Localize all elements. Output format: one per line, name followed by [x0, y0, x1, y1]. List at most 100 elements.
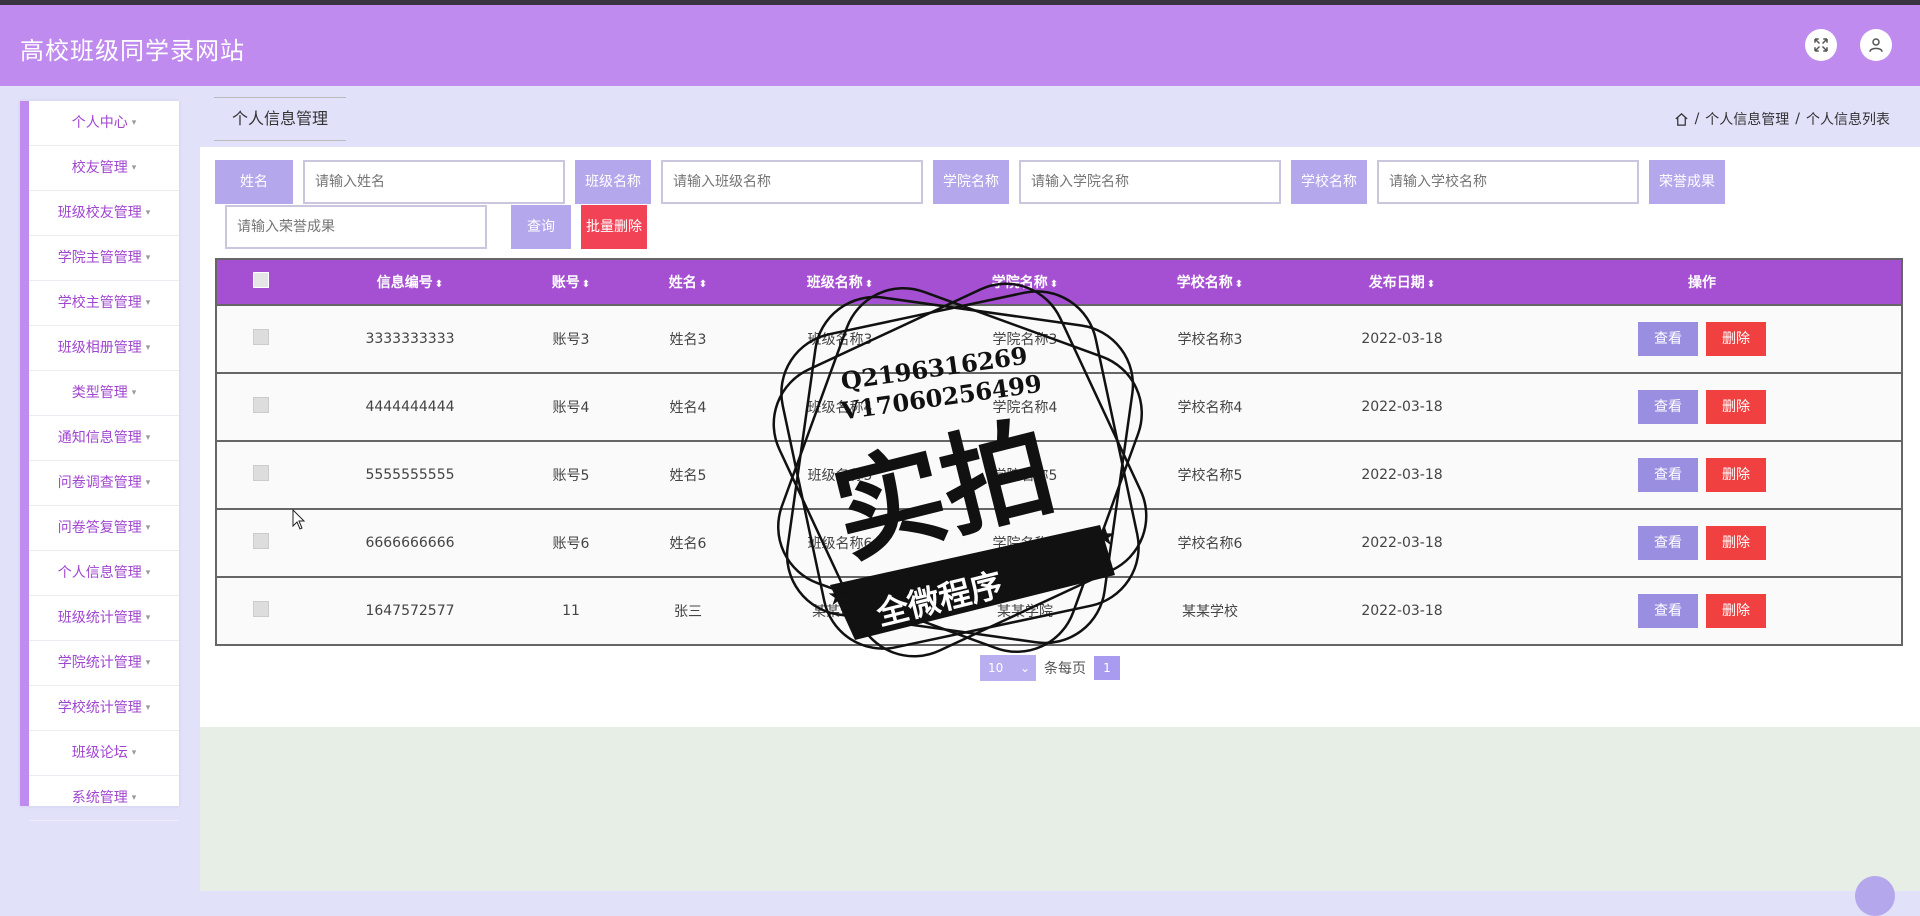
chevron-down-icon: ▾ [131, 118, 137, 128]
chevron-down-icon: ▾ [131, 748, 137, 758]
name-label: 姓名 [215, 160, 293, 204]
row-select-cell [216, 576, 305, 645]
chevron-down-icon: ▾ [145, 253, 151, 263]
row-checkbox[interactable] [253, 329, 269, 345]
sidebar-item[interactable]: 班级论坛 ▾ [29, 732, 179, 776]
delete-button[interactable]: 删除 [1706, 322, 1766, 356]
query-button[interactable]: 查询 [511, 205, 571, 249]
sidebar-item[interactable]: 班级校友管理 ▾ [29, 192, 179, 236]
mouse-cursor-icon [292, 509, 306, 530]
home-icon[interactable] [1674, 112, 1689, 127]
sidebar-item-label: 班级校友管理 [57, 205, 142, 221]
fullscreen-button[interactable] [1805, 29, 1837, 61]
search-bar: 姓名 班级名称 学院名称 学校名称 荣誉成果 [215, 160, 1725, 204]
view-button[interactable]: 查看 [1638, 594, 1698, 628]
honor-label: 荣誉成果 [1649, 160, 1725, 204]
chevron-down-icon: ▾ [145, 703, 151, 713]
sort-icon: ⬍ [698, 279, 708, 290]
honor-input[interactable] [225, 205, 487, 249]
fullscreen-icon [1814, 38, 1828, 52]
sidebar-item[interactable]: 个人中心 ▾ [29, 102, 179, 146]
cell-account: 账号6 [515, 508, 627, 577]
col-header-account[interactable]: 账号 ⬍ [515, 259, 627, 305]
sidebar-item[interactable]: 学校主管管理 ▾ [29, 282, 179, 326]
breadcrumb: / 个人信息管理 / 个人信息列表 [1674, 109, 1890, 129]
college-input[interactable] [1019, 160, 1281, 204]
sidebar-item[interactable]: 系统管理 ▾ [29, 777, 179, 821]
sidebar-item-label: 班级相册管理 [57, 340, 142, 356]
class-input[interactable] [661, 160, 923, 204]
col-header-label: 信息编号 [376, 275, 433, 291]
col-header-label: 账号 [551, 275, 580, 291]
col-header-label: 操作 [1688, 275, 1716, 291]
chevron-down-icon: ▾ [131, 793, 137, 803]
breadcrumb-separator: / [1694, 111, 1700, 127]
star-icon: ★ [1093, 522, 1116, 552]
cell-name: 姓名5 [627, 440, 749, 509]
chevron-down-icon: ▾ [145, 478, 151, 488]
sidebar-item[interactable]: 类型管理 ▾ [29, 372, 179, 416]
row-checkbox[interactable] [253, 465, 269, 481]
sidebar-item[interactable]: 学校统计管理 ▾ [29, 687, 179, 731]
sidebar-item[interactable]: 校友管理 ▾ [29, 147, 179, 191]
content-footer-area [200, 727, 1920, 891]
page-title: 个人信息管理 [214, 97, 346, 141]
sidebar-item[interactable]: 个人信息管理 ▾ [29, 552, 179, 596]
sidebar-item[interactable]: 问卷调查管理 ▾ [29, 462, 179, 506]
delete-button[interactable]: 删除 [1706, 594, 1766, 628]
sidebar-item-label: 学校统计管理 [57, 700, 142, 716]
breadcrumb-separator: / [1795, 111, 1800, 127]
row-select-cell [216, 304, 305, 373]
view-button[interactable]: 查看 [1638, 458, 1698, 492]
school-input[interactable] [1377, 160, 1639, 204]
col-header-date[interactable]: 发布日期 ⬍ [1301, 259, 1503, 305]
floating-action-button[interactable] [1855, 876, 1895, 916]
view-button[interactable]: 查看 [1638, 526, 1698, 560]
cell-account: 11 [515, 576, 627, 645]
cell-name: 姓名3 [627, 304, 749, 373]
row-checkbox[interactable] [253, 397, 269, 413]
sidebar-item[interactable]: 学院统计管理 ▾ [29, 642, 179, 686]
school-label: 学校名称 [1291, 160, 1367, 204]
col-header-name[interactable]: 姓名 ⬍ [627, 259, 749, 305]
sidebar-item[interactable]: 通知信息管理 ▾ [29, 417, 179, 461]
delete-button[interactable]: 删除 [1706, 458, 1766, 492]
sidebar-item-label: 通知信息管理 [57, 430, 142, 446]
sidebar-item-label: 个人中心 [71, 115, 128, 131]
cell-account: 账号4 [515, 372, 627, 441]
sidebar-item-label: 类型管理 [71, 385, 128, 401]
delete-button[interactable]: 删除 [1706, 390, 1766, 424]
sidebar-item-label: 问卷答复管理 [57, 520, 142, 536]
select-all-header [216, 259, 305, 305]
chevron-down-icon: ▾ [145, 298, 151, 308]
view-button[interactable]: 查看 [1638, 390, 1698, 424]
sidebar-item[interactable]: 问卷答复管理 ▾ [29, 507, 179, 551]
row-checkbox[interactable] [253, 601, 269, 617]
sidebar-item-label: 校友管理 [71, 160, 128, 176]
cell-account: 账号5 [515, 440, 627, 509]
batch-delete-button[interactable]: 批量删除 [581, 205, 647, 249]
cell-date: 2022-03-18 [1301, 576, 1503, 645]
college-label: 学院名称 [933, 160, 1009, 204]
cell-id: 4444444444 [305, 372, 515, 441]
sidebar-item[interactable]: 学院主管管理 ▾ [29, 237, 179, 281]
delete-button[interactable]: 删除 [1706, 526, 1766, 560]
user-button[interactable] [1860, 29, 1892, 61]
cell-date: 2022-03-18 [1301, 508, 1503, 577]
cell-actions: 查看 删除 [1503, 576, 1902, 645]
name-input[interactable] [303, 160, 565, 204]
breadcrumb-item[interactable]: 个人信息管理 [1705, 109, 1789, 129]
row-checkbox[interactable] [253, 533, 269, 549]
sidebar-item[interactable]: 班级统计管理 ▾ [29, 597, 179, 641]
view-button[interactable]: 查看 [1638, 322, 1698, 356]
sidebar-item-label: 学院主管管理 [57, 250, 142, 266]
col-header-id[interactable]: 信息编号 ⬍ [305, 259, 515, 305]
sort-icon: ⬍ [434, 279, 444, 290]
col-header-label: 学校名称 [1176, 275, 1233, 291]
star-icon: ★ [827, 582, 850, 612]
select-all-checkbox[interactable] [253, 272, 269, 288]
chevron-down-icon: ▾ [145, 568, 151, 578]
sidebar-item-label: 学校主管管理 [57, 295, 142, 311]
sidebar-item[interactable]: 班级相册管理 ▾ [29, 327, 179, 371]
cell-id: 5555555555 [305, 440, 515, 509]
